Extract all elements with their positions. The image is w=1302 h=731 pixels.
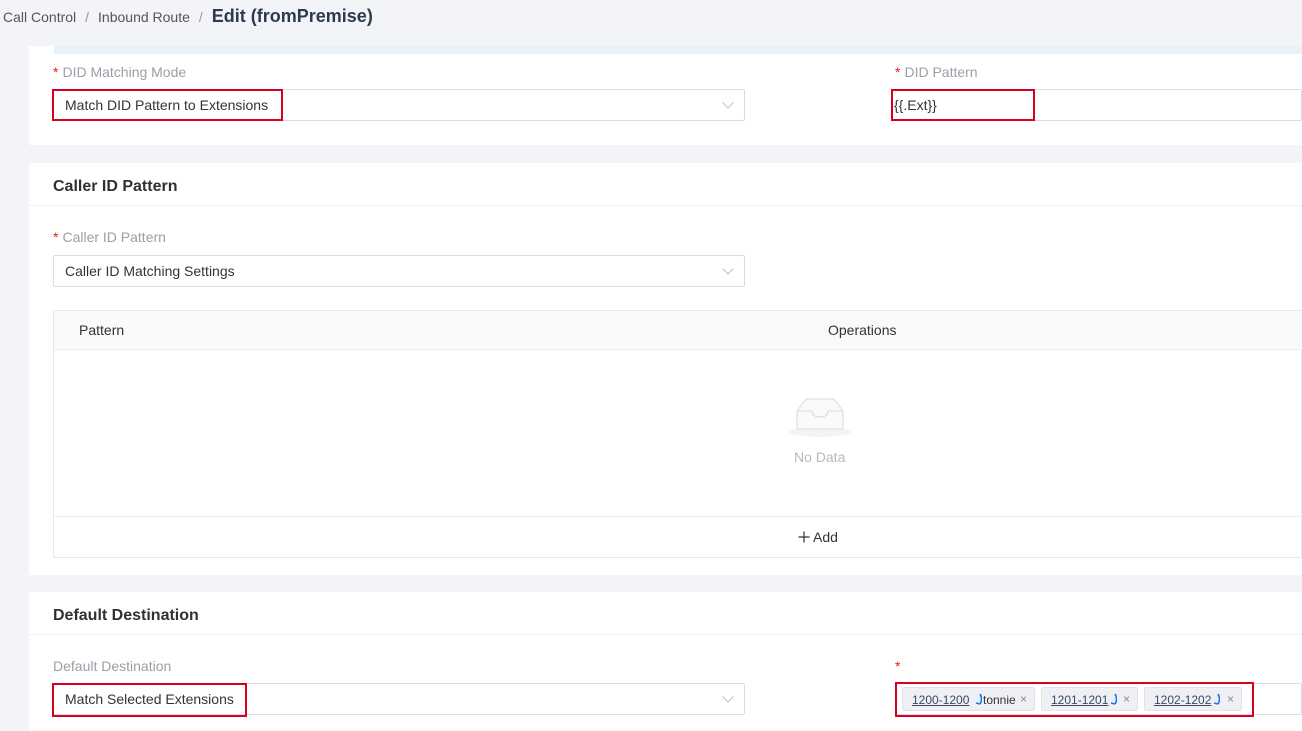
did-matching-mode-select[interactable]: Match DID Pattern to Extensions xyxy=(53,89,745,121)
breadcrumb-separator: / xyxy=(198,9,203,25)
extension-tag-number: 1202-1202 xyxy=(1154,693,1212,707)
did-pattern-value: {{.Ext}} xyxy=(894,97,937,113)
extension-tag-name: tonnie xyxy=(983,693,1016,707)
extension-tag: 1201-1201 × xyxy=(1041,687,1138,711)
chevron-down-icon xyxy=(722,97,734,109)
column-header-operations: Operations xyxy=(828,322,897,338)
breadcrumb-call-control[interactable]: Call Control xyxy=(3,9,76,25)
add-label: Add xyxy=(813,529,838,545)
section-title-caller-id: Caller ID Pattern xyxy=(53,178,178,195)
extension-tag-number: 1201-1201 xyxy=(1051,693,1109,707)
column-header-pattern: Pattern xyxy=(79,322,125,338)
caller-id-pattern-label: * Caller ID Pattern xyxy=(53,229,166,245)
did-matching-mode-value: Match DID Pattern to Extensions xyxy=(65,97,269,113)
default-destination-label: Default Destination xyxy=(53,658,172,674)
extension-tag-number: 1200-1200 xyxy=(912,693,970,707)
did-pattern-label: * DID Pattern xyxy=(895,64,978,80)
default-destination-select[interactable]: Match Selected Extensions xyxy=(53,683,745,715)
table-header: Pattern Operations xyxy=(54,311,1302,350)
chevron-down-icon xyxy=(722,691,734,703)
card-top-strip xyxy=(54,46,1302,54)
extensions-required-mark: * xyxy=(895,658,901,674)
caller-id-pattern-value: Caller ID Matching Settings xyxy=(65,263,235,279)
phone-icon xyxy=(1212,693,1221,708)
close-icon[interactable]: × xyxy=(1227,692,1234,706)
phone-icon xyxy=(974,693,983,708)
chevron-down-icon xyxy=(722,263,734,275)
divider xyxy=(29,634,1302,635)
breadcrumb-separator: / xyxy=(85,9,90,25)
extension-tag: 1202-1202 × xyxy=(1144,687,1242,711)
breadcrumb: Call Control / Inbound Route / Edit (fro… xyxy=(3,6,373,27)
empty-inbox-icon xyxy=(788,395,852,439)
empty-text: No Data xyxy=(794,449,846,465)
required-mark: * xyxy=(53,64,59,80)
add-pattern-button[interactable]: Add xyxy=(798,529,838,545)
did-pattern-input[interactable]: {{.Ext}} xyxy=(891,89,1302,121)
close-icon[interactable]: × xyxy=(1123,692,1130,706)
required-mark: * xyxy=(53,229,59,245)
breadcrumb-inbound-route[interactable]: Inbound Route xyxy=(98,9,190,25)
page-title: Edit (fromPremise) xyxy=(211,6,373,26)
phone-icon xyxy=(1109,693,1118,708)
divider xyxy=(29,205,1302,206)
table-add-row: Add xyxy=(54,516,1302,559)
section-title-default-destination: Default Destination xyxy=(53,607,199,624)
required-mark: * xyxy=(895,64,901,80)
plus-icon xyxy=(798,531,810,543)
did-matching-mode-label: * DID Matching Mode xyxy=(53,64,187,80)
caller-id-table: Pattern Operations No Data Add xyxy=(53,310,1302,558)
caller-id-pattern-select[interactable]: Caller ID Matching Settings xyxy=(53,255,745,287)
close-icon[interactable]: × xyxy=(1020,692,1027,706)
default-destination-value: Match Selected Extensions xyxy=(65,691,234,707)
extension-tag: 1200-1200 tonnie × xyxy=(902,687,1035,711)
